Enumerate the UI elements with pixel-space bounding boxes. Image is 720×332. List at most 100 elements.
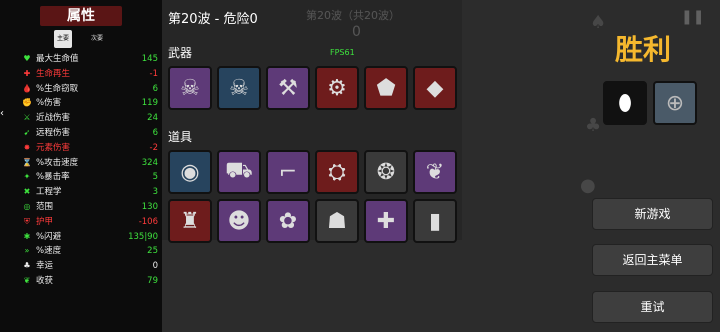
background-count-text: 0 [352, 24, 361, 40]
melee-icon: ⚔ [23, 113, 31, 123]
items-heading: 道具 [168, 130, 193, 144]
inventory-slot[interactable]: ◆ [413, 66, 457, 110]
armor-icon: ⛨ [24, 216, 30, 226]
background-wave-text: 第20波（共20波） [306, 9, 400, 22]
cannon-icon: ⌐ [278, 159, 298, 185]
retry-button[interactable]: 重试 [592, 291, 713, 323]
new-game-button[interactable]: 新游戏 [592, 198, 713, 230]
stat-row[interactable]: ⌛ %攻击速度 324 [22, 157, 158, 169]
stat-row[interactable]: ♥ 最大生命值 145 [22, 53, 158, 65]
inventory-slot[interactable]: ▮ [413, 199, 457, 243]
stat-row[interactable]: ✦ %暴击率 5 [22, 171, 158, 183]
red-blob-icon: ❂ [376, 159, 396, 185]
inventory-slot[interactable]: ⬟ [364, 66, 408, 110]
inventory-slot[interactable]: ☻ [217, 199, 261, 243]
attack-speed-icon: ⌛ [22, 157, 32, 167]
stat-value: 79 [147, 276, 158, 286]
stat-label: 护甲 [36, 216, 54, 227]
alien-icon: ⛭ [328, 159, 346, 185]
claws-icon: ❦ [425, 159, 445, 185]
character-slot[interactable]: ⬮ [603, 81, 647, 125]
bg-rock-icon: ● [580, 175, 596, 196]
harvest-icon: ❦ [23, 276, 31, 285]
stat-row[interactable]: ⚔ 近战伤害 24 [22, 112, 158, 124]
bg-mushroom-icon: ♠ [590, 12, 607, 33]
stat-row[interactable]: ♣ 幸运 0 [22, 260, 158, 272]
stat-row[interactable]: ✖ 工程学 3 [22, 186, 158, 198]
tab-secondary-stats[interactable]: 次要 [88, 30, 106, 48]
inventory-slot[interactable]: ☠ [168, 66, 212, 110]
pause-icon[interactable]: ❚❚ [681, 6, 704, 28]
stat-label: 工程学 [36, 187, 62, 198]
stat-value: 145 [141, 54, 158, 64]
inventory-slot[interactable]: ⛟ [217, 150, 261, 194]
victory-title: 胜利 [615, 33, 672, 66]
rock-icon: ⬟ [376, 75, 396, 101]
stat-value: 6 [152, 83, 158, 94]
bone-icon: ✚ [376, 208, 396, 234]
inventory-slot[interactable]: ✿ [266, 199, 310, 243]
tab-main-stats[interactable]: 主要 [54, 30, 72, 48]
stat-row[interactable]: ➹ 远程伤害 6 [22, 127, 158, 139]
stat-label: 最大生命值 [36, 54, 79, 64]
stat-value: 119 [141, 98, 158, 109]
pink-creature-icon: ✿ [278, 208, 298, 234]
crit-icon: ✦ [23, 172, 31, 182]
inventory-slot[interactable]: ⌐ [266, 150, 310, 194]
main-menu-button[interactable]: 返回主菜单 [592, 244, 713, 276]
stat-row[interactable]: ✱ %闪避 135|90 [22, 231, 158, 243]
weapons-heading: 武器 [168, 46, 193, 60]
inventory-slot[interactable]: ☠ [217, 66, 261, 110]
inventory-slot[interactable]: ✚ [364, 199, 408, 243]
red-cloak-icon: ♜ [180, 208, 200, 234]
regen-icon: ✚ [23, 68, 31, 78]
stat-value: 135|90 [128, 231, 158, 242]
stat-label: 元素伤害 [36, 142, 71, 153]
skull-mace-icon: ☠ [180, 75, 200, 101]
stat-value: 3 [152, 187, 158, 198]
stat-row[interactable]: » %速度 25 [22, 245, 158, 257]
inventory-slot[interactable]: ⛭ [315, 150, 359, 194]
damage-icon: ✊ [22, 98, 32, 108]
stat-row[interactable]: ❦ 收获 79 [22, 275, 158, 287]
stat-row[interactable]: 🩸 %生命窃取 6 [22, 83, 158, 95]
stat-value: -1 [149, 68, 158, 79]
stat-label: 近战伤害 [36, 113, 71, 124]
stat-label: 范围 [36, 202, 54, 212]
inventory-slot[interactable]: ⚒ [266, 66, 310, 110]
stat-value: -106 [138, 216, 158, 227]
stat-label: %速度 [36, 246, 62, 257]
inventory-slot[interactable]: ☗ [315, 199, 359, 243]
engineering-icon: ✖ [23, 187, 31, 197]
stat-value: 6 [152, 128, 158, 138]
stat-label: 幸运 [36, 261, 54, 272]
lifesteal-icon: 🩸 [22, 83, 32, 93]
range-icon: ◎ [23, 202, 31, 211]
left-edge-icon[interactable]: ‹ [0, 108, 12, 126]
elemental-icon: ✸ [23, 142, 31, 152]
stat-row[interactable]: ✸ 元素伤害 -2 [22, 142, 158, 154]
stat-value: 25 [147, 246, 158, 257]
inventory-slot[interactable]: ❂ [364, 150, 408, 194]
stat-value: 0 [152, 261, 158, 272]
inventory-slot[interactable]: ◉ [168, 150, 212, 194]
inventory-slot[interactable]: ⚙ [315, 66, 359, 110]
stat-value: 324 [141, 157, 158, 168]
heart-icon: ♥ [23, 54, 31, 63]
stat-value: -2 [149, 142, 158, 153]
tractor-icon: ⛟ [225, 158, 253, 183]
stat-row[interactable]: ✊ %伤害 119 [22, 97, 158, 109]
stats-title: 属性 [40, 6, 122, 26]
stat-row[interactable]: ◎ 范围 130 [22, 201, 159, 213]
inventory-slot[interactable]: ♜ [168, 199, 212, 243]
inventory-slot[interactable]: ❦ [413, 150, 457, 194]
dodge-icon: ✱ [23, 231, 31, 241]
shard-icon: ◆ [426, 75, 444, 101]
stat-row[interactable]: ⛨ 护甲 -106 [22, 216, 158, 228]
stat-label: 生命再生 [36, 68, 71, 79]
stat-row[interactable]: ✚ 生命再生 -1 [22, 68, 158, 80]
trap-slot[interactable]: ⊕ [653, 81, 697, 125]
tombstone-icon: ▮ [428, 208, 442, 234]
stat-value: 130 [141, 202, 158, 212]
egg-character-icon: ⬮ [618, 90, 632, 116]
